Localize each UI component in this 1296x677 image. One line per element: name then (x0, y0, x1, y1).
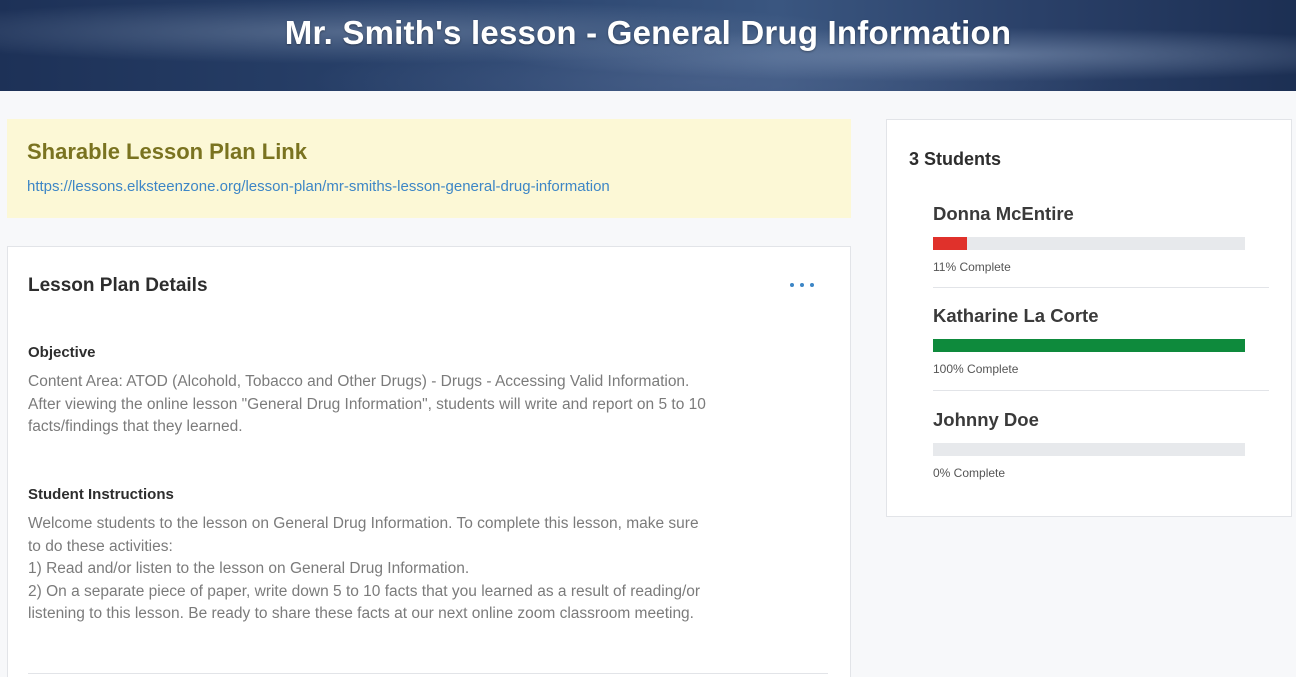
student-item[interactable]: Donna McEntire 11% Complete (933, 203, 1245, 274)
share-link-panel: Sharable Lesson Plan Link https://lesson… (7, 119, 851, 218)
instructions-line: Welcome students to the lesson on Genera… (28, 515, 699, 532)
share-title: Sharable Lesson Plan Link (27, 139, 307, 164)
objective-heading: Objective (28, 344, 96, 361)
student-name: Johnny Doe (933, 409, 1039, 430)
details-title: Lesson Plan Details (28, 275, 208, 296)
page-title: Mr. Smith's lesson - General Drug Inform… (284, 14, 1012, 51)
progress-status: 11% Complete (933, 260, 1011, 274)
student-item[interactable]: Katharine La Corte 100% Complete (933, 305, 1245, 376)
objective-line: Content Area: ATOD (Alcohold, Tobacco an… (28, 373, 690, 390)
progress-status: 100% Complete (933, 362, 1019, 376)
progress-fill (933, 237, 968, 250)
objective-line: facts/findings that they learned. (28, 418, 243, 435)
divider (933, 390, 1269, 391)
divider (28, 673, 828, 674)
progress-bar (933, 339, 1245, 352)
share-link[interactable]: https://lessons.elksteenzone.org/lesson-… (27, 178, 610, 195)
instructions-heading: Student Instructions (28, 486, 174, 503)
more-horizontal-icon[interactable] (790, 277, 814, 293)
objective-text: Content Area: ATOD (Alcohold, Tobacco an… (28, 371, 838, 439)
student-name: Donna McEntire (933, 203, 1074, 224)
instructions-line: 2) On a separate piece of paper, write d… (28, 582, 701, 600)
divider (933, 287, 1269, 288)
instructions-line: to do these activities: (28, 537, 173, 555)
progress-fill (933, 339, 1245, 352)
instructions-line: 1) Read and/or listen to the lesson on G… (28, 560, 470, 577)
students-count-title: 3 Students (909, 149, 1002, 169)
progress-bar (933, 443, 1245, 456)
instructions-line: listening to this lesson. Be ready to sh… (28, 605, 694, 622)
lesson-plan-details-card: Lesson Plan Details Objective Content Ar… (7, 246, 851, 677)
student-item[interactable]: Johnny Doe 0% Complete (933, 409, 1245, 480)
progress-status: 0% Complete (933, 466, 1006, 480)
objective-line: After viewing the online lesson "General… (28, 395, 706, 413)
instructions-text: Welcome students to the lesson on Genera… (28, 513, 838, 626)
page-banner: Mr. Smith's lesson - General Drug Inform… (0, 0, 1296, 91)
students-panel: 3 Students Donna McEntire 11% Complete K… (886, 119, 1292, 517)
progress-bar (933, 237, 1245, 250)
student-name: Katharine La Corte (933, 305, 1099, 326)
